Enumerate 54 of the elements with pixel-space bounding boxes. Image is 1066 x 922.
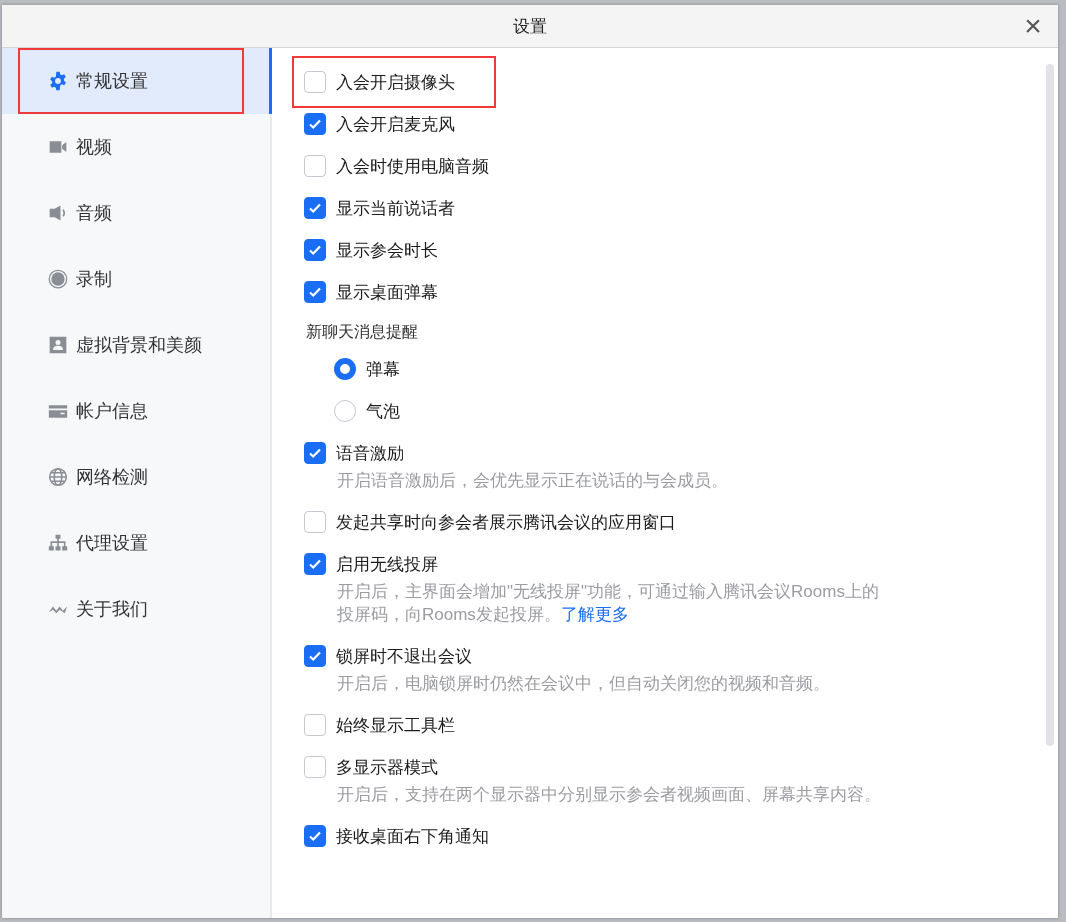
checkbox-label: 语音激励: [336, 442, 404, 465]
globe-icon: [48, 467, 68, 487]
checkbox[interactable]: [304, 825, 326, 847]
checkbox-label: 显示桌面弹幕: [336, 281, 438, 304]
setting-description: 开启后，电脑锁屏时仍然在会议中，但自动关闭您的视频和音频。: [337, 673, 831, 695]
checkbox-label: 入会开启麦克风: [336, 113, 455, 136]
sidebar-item[interactable]: 网络检测: [2, 444, 270, 510]
window-title: 设置: [513, 15, 547, 38]
network-icon: [48, 533, 68, 553]
close-button[interactable]: ×: [1016, 9, 1050, 43]
gear-icon: [48, 71, 68, 91]
checkbox[interactable]: [304, 714, 326, 736]
sidebar-item[interactable]: 常规设置: [2, 48, 270, 114]
checkbox-label: 入会时使用电脑音频: [336, 155, 489, 178]
checkbox[interactable]: [304, 756, 326, 778]
checkbox[interactable]: [304, 155, 326, 177]
checkbox[interactable]: [304, 71, 326, 93]
section-label: 新聊天消息提醒: [306, 322, 419, 342]
sidebar-item[interactable]: 音频: [2, 180, 270, 246]
sidebar-item[interactable]: 关于我们: [2, 576, 270, 642]
sidebar-item[interactable]: 录制: [2, 246, 270, 312]
sidebar-item[interactable]: 视频: [2, 114, 270, 180]
record-icon: [48, 269, 68, 289]
checkbox[interactable]: [304, 553, 326, 575]
checkbox-label: 入会开启摄像头: [336, 71, 455, 94]
setting-description: 开启后，主界面会增加"无线投屏"功能，可通过输入腾讯会议Rooms上的投屏码，向Rooms发起投屏。了解更多: [337, 581, 880, 626]
checkbox[interactable]: [304, 281, 326, 303]
checkbox-label: 显示参会时长: [336, 239, 438, 262]
checkbox-label: 多显示器模式: [336, 756, 438, 779]
checkbox[interactable]: [304, 645, 326, 667]
radio-label: 气泡: [366, 400, 400, 423]
checkbox[interactable]: [304, 239, 326, 261]
checkbox-label: 发起共享时向参会者展示腾讯会议的应用窗口: [336, 511, 676, 534]
checkbox[interactable]: [304, 197, 326, 219]
radio-label: 弹幕: [366, 358, 400, 381]
speaker-icon: [48, 203, 68, 223]
checkbox[interactable]: [304, 442, 326, 464]
scrollbar[interactable]: [1046, 64, 1054, 746]
checkbox-label: 显示当前说话者: [336, 197, 455, 220]
checkbox-label: 锁屏时不退出会议: [336, 645, 472, 668]
learn-more-link[interactable]: 了解更多: [560, 605, 629, 624]
radio-button[interactable]: [334, 400, 356, 422]
sidebar-item[interactable]: 代理设置: [2, 510, 270, 576]
setting-description: 开启语音激励后，会优先显示正在说话的与会成员。: [337, 470, 729, 492]
setting-description: 开启后，支持在两个显示器中分别显示参会者视频画面、屏幕共享内容。: [337, 784, 882, 806]
person-card-icon: [48, 335, 68, 355]
checkbox[interactable]: [304, 113, 326, 135]
checkbox[interactable]: [304, 511, 326, 533]
checkbox-label: 始终显示工具栏: [336, 714, 455, 737]
radio-button[interactable]: [334, 358, 356, 380]
checkbox-label: 启用无线投屏: [336, 553, 438, 576]
sidebar-item[interactable]: 虚拟背景和美颜: [2, 312, 270, 378]
checkbox-label: 接收桌面右下角通知: [336, 825, 489, 848]
sidebar-item[interactable]: 帐户信息: [2, 378, 270, 444]
